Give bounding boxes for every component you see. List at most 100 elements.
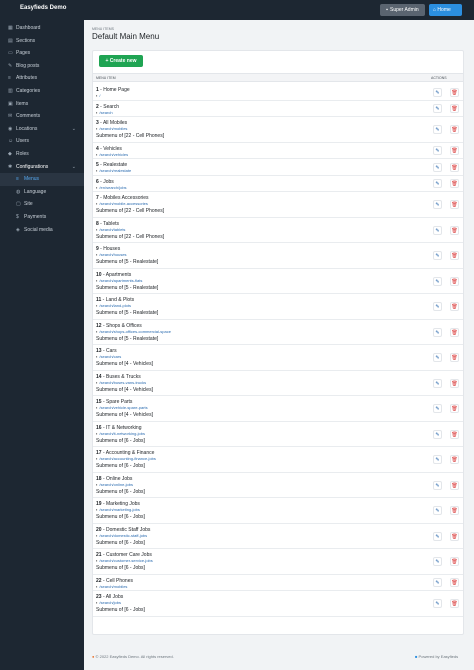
edit-button[interactable]: ✎ bbox=[433, 378, 442, 388]
row-link[interactable]: ▪/search/it-networking-jobs bbox=[96, 431, 145, 436]
row-link[interactable]: ▪ / bbox=[96, 93, 101, 98]
delete-button[interactable]: 🗑 bbox=[450, 225, 459, 235]
edit-button[interactable]: ✎ bbox=[433, 125, 442, 135]
sidebar-subitem-language[interactable]: ◍ Language bbox=[0, 186, 84, 199]
sidebar-subitem-payments[interactable]: $ Payments bbox=[0, 211, 84, 224]
brand-title[interactable]: Easyfieds Demo bbox=[20, 5, 66, 11]
delete-button[interactable]: 🗑 bbox=[450, 480, 459, 490]
sidebar-item-categories[interactable]: ▥ Categories bbox=[0, 85, 84, 98]
edit-button[interactable]: ✎ bbox=[433, 146, 442, 156]
edit-button[interactable]: ✎ bbox=[433, 162, 442, 172]
row-link[interactable]: ▪/search/vehicle-spare-parts bbox=[96, 405, 148, 410]
sidebar-item-sections[interactable]: ▤ Sections bbox=[0, 35, 84, 48]
edit-button[interactable]: ✎ bbox=[433, 104, 442, 114]
row-link[interactable]: ▪/search/land-plots bbox=[96, 303, 131, 308]
row-link-text: / bbox=[99, 93, 101, 98]
edit-button[interactable]: ✎ bbox=[433, 455, 442, 465]
delete-button[interactable]: 🗑 bbox=[450, 429, 459, 439]
delete-button[interactable]: 🗑 bbox=[450, 455, 459, 465]
edit-button[interactable]: ✎ bbox=[433, 506, 442, 516]
row-link[interactable]: ▪/search/cars bbox=[96, 354, 121, 359]
row-link[interactable]: ▪/search/domestic-staff-jobs bbox=[96, 533, 147, 538]
edit-button[interactable]: ✎ bbox=[433, 327, 442, 337]
delete-button[interactable]: 🗑 bbox=[450, 200, 459, 210]
row-link[interactable]: ▪/search/mobiles bbox=[96, 584, 127, 589]
delete-button[interactable]: 🗑 bbox=[450, 276, 459, 286]
edit-button[interactable]: ✎ bbox=[433, 557, 442, 567]
row-link[interactable]: ▪/search/marketing-jobs bbox=[96, 507, 140, 512]
delete-button[interactable]: 🗑 bbox=[450, 302, 459, 312]
edit-button[interactable]: ✎ bbox=[433, 429, 442, 439]
row-link[interactable]: ▪/search/mobiles bbox=[96, 126, 127, 131]
delete-button[interactable]: 🗑 bbox=[450, 104, 459, 114]
delete-button[interactable]: 🗑 bbox=[450, 378, 459, 388]
edit-button[interactable]: ✎ bbox=[433, 87, 442, 97]
edit-button[interactable]: ✎ bbox=[433, 599, 442, 609]
row-link-text: /search/customer-service-jobs bbox=[99, 558, 153, 563]
create-new-button[interactable]: + Create new bbox=[99, 55, 143, 67]
delete-button[interactable]: 🗑 bbox=[450, 125, 459, 135]
home-button[interactable]: ⌂ Home bbox=[429, 4, 462, 16]
delete-button[interactable]: 🗑 bbox=[450, 506, 459, 516]
delete-button[interactable]: 🗑 bbox=[450, 557, 459, 567]
delete-button[interactable]: 🗑 bbox=[450, 162, 459, 172]
edit-button[interactable]: ✎ bbox=[433, 225, 442, 235]
delete-button[interactable]: 🗑 bbox=[450, 87, 459, 97]
row-link[interactable]: ▪/search bbox=[96, 110, 113, 115]
edit-button[interactable]: ✎ bbox=[433, 404, 442, 414]
delete-button[interactable]: 🗑 bbox=[450, 599, 459, 609]
row-link[interactable]: ▪/search/customer-service-jobs bbox=[96, 558, 153, 563]
sidebar-subitem-site[interactable]: ▢ Site bbox=[0, 198, 84, 211]
edit-button[interactable]: ✎ bbox=[433, 353, 442, 363]
row-link[interactable]: ▪/search/jobs bbox=[96, 600, 121, 605]
delete-button[interactable]: 🗑 bbox=[450, 327, 459, 337]
delete-button[interactable]: 🗑 bbox=[450, 404, 459, 414]
sidebar-item-label: Attributes bbox=[16, 75, 38, 82]
sidebar-subitem-menus[interactable]: ≡ Menus bbox=[0, 173, 84, 186]
super-admin-button[interactable]: ▪ Super Admin bbox=[380, 4, 425, 16]
sidebar-item-items[interactable]: ▣ Items bbox=[0, 98, 84, 111]
edit-button[interactable]: ✎ bbox=[433, 200, 442, 210]
site-icon: ▢ bbox=[16, 201, 21, 208]
sidebar-item-users[interactable]: ☺ Users bbox=[0, 135, 84, 148]
delete-button[interactable]: 🗑 bbox=[450, 578, 459, 588]
delete-button[interactable]: 🗑 bbox=[450, 251, 459, 261]
row-link[interactable]: ▪/search/mobile-accessories bbox=[96, 201, 148, 206]
row-link[interactable]: ▪/search/accounting-finance-jobs bbox=[96, 456, 156, 461]
chevron-down-icon: ⌄ bbox=[71, 163, 76, 170]
edit-button[interactable]: ✎ bbox=[433, 251, 442, 261]
edit-button[interactable]: ✎ bbox=[433, 578, 442, 588]
row-link[interactable]: ▪/en/search/jobs bbox=[96, 185, 127, 190]
sidebar-item-dashboard[interactable]: ▦ Dashboard bbox=[0, 22, 84, 35]
delete-button[interactable]: 🗑 bbox=[450, 146, 459, 156]
sidebar-item-blog-posts[interactable]: ✎ Blog posts bbox=[0, 60, 84, 73]
edit-button[interactable]: ✎ bbox=[433, 531, 442, 541]
sidebar-item-comments[interactable]: ✉ Comments bbox=[0, 110, 84, 123]
link-icon: ▪ bbox=[96, 481, 98, 487]
sidebar-item-locations[interactable]: ◉ Locations ⌄ bbox=[0, 123, 84, 136]
sidebar-item-attributes[interactable]: ≡ Attributes bbox=[0, 72, 84, 85]
row-link[interactable]: ▪/search/apartments-flats bbox=[96, 278, 142, 283]
row-link[interactable]: ▪/search/tablets bbox=[96, 227, 125, 232]
sidebar-item-roles[interactable]: ◆ Roles bbox=[0, 148, 84, 161]
row-link[interactable]: ▪/search/shops-offices-commercial-space bbox=[96, 329, 171, 334]
link-icon: ▪ bbox=[96, 507, 98, 512]
edit-button[interactable]: ✎ bbox=[433, 302, 442, 312]
powered-text[interactable]: Powered by Easyfieds bbox=[419, 654, 459, 659]
edit-button[interactable]: ✎ bbox=[433, 276, 442, 286]
delete-button[interactable]: 🗑 bbox=[450, 353, 459, 363]
row-link[interactable]: ▪/search/online-jobs bbox=[96, 482, 133, 487]
sidebar-item-configurations[interactable]: ✱ Configurations ⌄ bbox=[0, 161, 84, 174]
edit-button[interactable]: ✎ bbox=[433, 480, 442, 490]
row-link[interactable]: ▪/search/realestate bbox=[96, 168, 131, 173]
row-link[interactable]: ▪/search/vehicles bbox=[96, 152, 128, 157]
row-link[interactable]: ▪/search/buses-vans-trucks bbox=[96, 380, 146, 385]
delete-button[interactable]: 🗑 bbox=[450, 531, 459, 541]
sidebar-item-pages[interactable]: ▭ Pages bbox=[0, 47, 84, 60]
row-link[interactable]: ▪/search/houses bbox=[96, 252, 127, 257]
link-icon: ▪ bbox=[96, 583, 98, 589]
edit-button[interactable]: ✎ bbox=[433, 179, 442, 189]
row-link-text: /search/it-networking-jobs bbox=[99, 430, 145, 436]
delete-button[interactable]: 🗑 bbox=[450, 179, 459, 189]
sidebar-subitem-social-media[interactable]: ◈ Social media bbox=[0, 224, 84, 237]
